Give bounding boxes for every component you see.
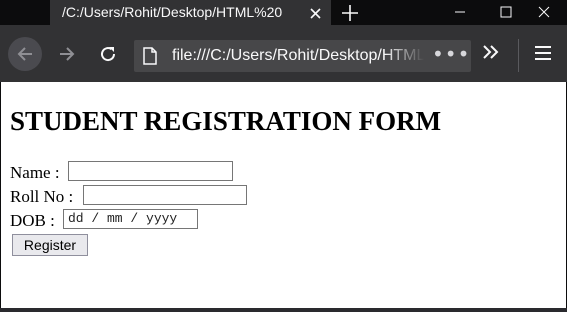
tab-title: /C:/Users/Rohit/Desktop/HTML%20 [62,4,283,20]
plus-icon[interactable] [340,3,360,23]
browser-tab[interactable]: /C:/Users/Rohit/Desktop/HTML%20 [50,0,331,25]
chevron-double-right-icon[interactable] [481,44,501,64]
page-title: STUDENT REGISTRATION FORM [10,106,442,136]
address-bar[interactable]: file:///C:/Users/Rohit/Desktop/HTML%20 •… [134,40,471,72]
reload-button[interactable] [91,37,125,71]
dob-date-input[interactable]: dd / mm / yyyy [63,209,198,229]
hamburger-menu-icon[interactable] [533,45,553,65]
arrow-right-icon [60,47,75,61]
title-bar: /C:/Users/Rohit/Desktop/HTML%20 [0,0,567,25]
dob-label: DOB : [10,211,55,230]
close-icon[interactable] [308,5,323,20]
minimize-icon[interactable] [437,0,483,25]
register-button[interactable]: Register [12,234,88,256]
name-input[interactable] [68,161,233,181]
roll-no-input[interactable] [83,185,247,205]
reload-icon [101,47,116,62]
arrow-left-icon [17,47,32,61]
page-icon[interactable] [142,47,158,69]
back-button[interactable] [8,37,42,71]
page-content: STUDENT REGISTRATION FORM Name : Roll No… [0,82,567,308]
url-fade [384,40,424,72]
forward-button[interactable] [50,37,84,71]
page-actions-button[interactable]: ••• [432,40,469,72]
window-close-icon[interactable] [521,0,567,25]
toolbar-divider [518,39,519,72]
name-label: Name : [10,163,60,182]
window-bottom-edge [0,308,567,312]
roll-no-label: Roll No : [10,187,74,206]
